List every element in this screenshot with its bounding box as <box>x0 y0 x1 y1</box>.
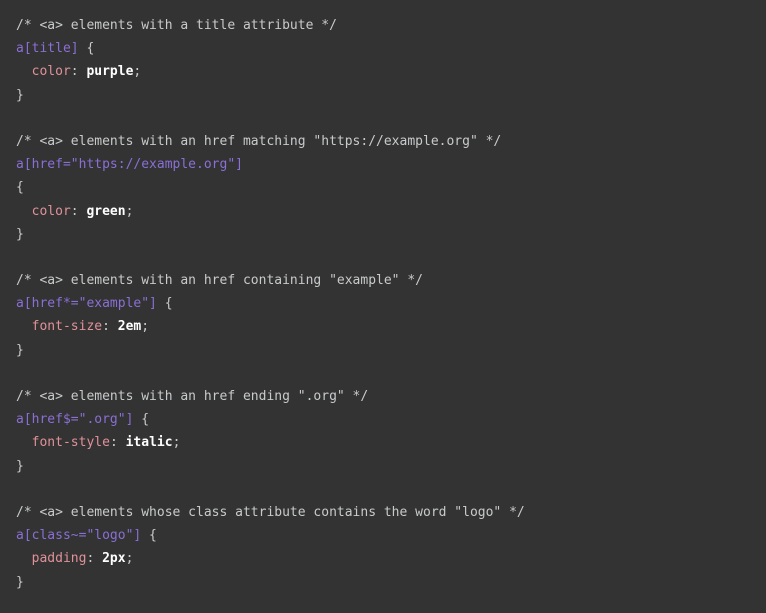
css-property: font-size <box>31 319 103 335</box>
comment-line: /* <a> elements whose class attribute co… <box>16 501 766 524</box>
css-property: padding <box>31 551 87 567</box>
css-value: 2em <box>117 319 142 335</box>
selector-line: a[title] { <box>16 37 766 60</box>
declaration-line: color: green; <box>16 200 766 223</box>
brace-close-line: } <box>16 339 766 362</box>
css-comment: /* <a> elements with an href containing … <box>16 273 423 289</box>
css-value: 2px <box>102 551 126 567</box>
brace-open: { <box>133 412 150 428</box>
brace-close: } <box>16 342 24 358</box>
css-selector: a[href="https://example.org"] <box>16 157 243 173</box>
css-comment: /* <a> elements with an href matching "h… <box>16 133 502 149</box>
css-property: color <box>31 64 71 80</box>
comment-line: /* <a> elements with a title attribute *… <box>16 14 766 37</box>
declaration-line: font-size: 2em; <box>16 315 766 338</box>
declaration-line: padding: 2px; <box>16 547 766 570</box>
css-selector: a[class~="logo"] <box>16 528 142 544</box>
css-comment: /* <a> elements whose class attribute co… <box>16 504 525 520</box>
brace-close-line: } <box>16 84 766 107</box>
colon-separator: : <box>70 203 87 219</box>
selector-line: a[href*="example"] { <box>16 292 766 315</box>
brace-open: { <box>16 180 24 196</box>
colon-separator: : <box>102 319 118 335</box>
colon-separator: : <box>109 435 126 451</box>
css-value: green <box>86 203 126 219</box>
css-selector: a[title] <box>16 41 79 57</box>
selector-line: a[href="https://example.org"] <box>16 153 766 176</box>
semicolon: ; <box>125 203 134 219</box>
selector-line: a[class~="logo"] { <box>16 524 766 547</box>
brace-open: { <box>78 41 95 57</box>
colon-separator: : <box>70 64 87 80</box>
brace-close: } <box>16 574 24 590</box>
brace-close-line: } <box>16 571 766 594</box>
brace-close-line: } <box>16 455 766 478</box>
brace-open-line: { <box>16 176 766 199</box>
brace-close: } <box>16 458 24 474</box>
brace-close: } <box>16 87 24 103</box>
css-property: font-style <box>31 435 110 451</box>
semicolon: ; <box>133 64 142 80</box>
css-selector: a[href$=".org"] <box>16 412 134 428</box>
css-comment: /* <a> elements with an href ending ".or… <box>16 389 369 404</box>
css-selector: a[href*="example"] <box>16 296 157 312</box>
comment-line: /* <a> elements with an href ending ".or… <box>16 385 766 408</box>
comment-line: /* <a> elements with an href matching "h… <box>16 130 766 153</box>
declaration-line: font-style: italic; <box>16 431 766 454</box>
brace-close: } <box>16 226 24 242</box>
css-value: purple <box>86 64 134 80</box>
declaration-line: color: purple; <box>16 60 766 83</box>
semicolon: ; <box>125 551 134 567</box>
css-value: italic <box>125 435 173 451</box>
brace-open: { <box>141 528 157 544</box>
semicolon: ; <box>141 319 150 335</box>
selector-line: a[href$=".org"] { <box>16 408 766 431</box>
css-comment: /* <a> elements with a title attribute *… <box>16 18 337 33</box>
comment-line: /* <a> elements with an href containing … <box>16 269 766 292</box>
colon-separator: : <box>86 551 103 567</box>
brace-open: { <box>156 296 173 312</box>
semicolon: ; <box>172 435 181 451</box>
brace-close-line: } <box>16 223 766 246</box>
code-block[interactable]: /* <a> elements with a title attribute *… <box>0 0 766 594</box>
css-property: color <box>31 203 71 219</box>
